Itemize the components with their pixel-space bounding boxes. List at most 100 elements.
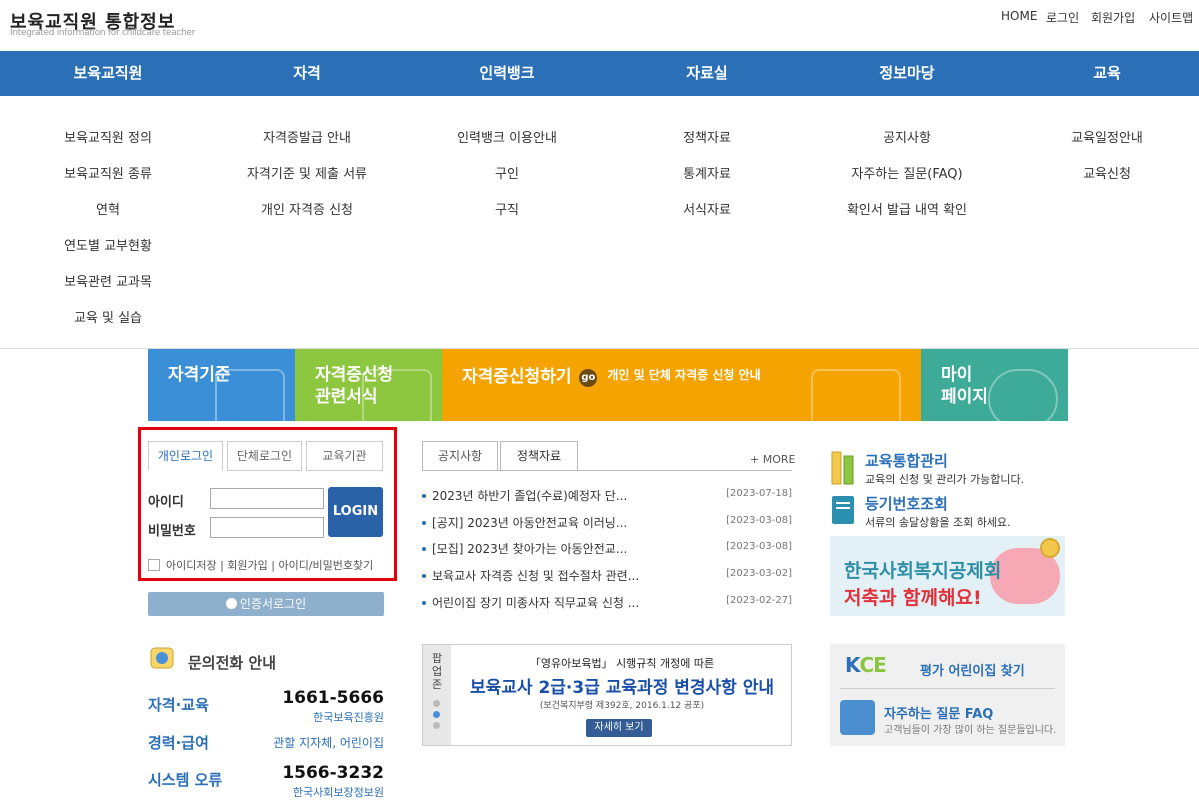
notice-date: [2023-02-27] (726, 595, 792, 606)
notice-title[interactable]: [모집] 2023년 찾아가는 아동안전교... (432, 540, 642, 557)
kce-logo-k: K (845, 653, 860, 677)
submenu-item[interactable]: 자격증발급 안내 (207, 127, 407, 146)
notice-title[interactable]: 보육교사 자격증 신청 및 접수절차 관련... (432, 567, 642, 584)
site-subtitle: Integrated information for childcare tea… (10, 28, 196, 38)
submenu-item[interactable]: 서식자료 (607, 199, 807, 218)
sitemap-link[interactable]: 사이트맵 (1149, 9, 1193, 26)
banner-qualification-criteria[interactable]: 자격기준 (148, 349, 295, 421)
submenu-item[interactable]: 구인 (407, 163, 607, 182)
login-link[interactable]: 로그인 (1046, 9, 1079, 26)
contact-number: 1566-3232 (282, 763, 384, 783)
save-id-checkbox[interactable] (148, 559, 160, 571)
submenu-item[interactable]: 개인 자격증 신청 (207, 199, 407, 218)
submenu-item[interactable]: 보육교직원 정의 (8, 127, 208, 146)
popup-law-note: (보건복지부령 제392호, 2016.1.12 공포) (539, 701, 705, 711)
notice-row[interactable]: [모집] 2023년 찾아가는 아동안전교... [2023-03-08] (422, 540, 792, 560)
notice-title[interactable]: 2023년 하반기 졸업(수료)예정자 단... (432, 487, 642, 504)
edu-management-desc: 교육의 신청 및 관리가 가능합니다. (865, 473, 1025, 486)
certificate-login-label: 인증서로그인 (239, 597, 307, 611)
ad-line-2: 저축과 함께해요! (844, 587, 982, 609)
contact-org: 한국사회보장정보원 (292, 786, 384, 799)
banner-apply-certificate[interactable]: 자격증신청하기 go 개인 및 단체 자격증 신청 안내 (442, 349, 921, 421)
main-navigation: 보육교직원 자격 인력뱅크 자료실 정보마당 교육 (0, 51, 1199, 96)
contact-title: 문의전화 안내 (188, 654, 277, 672)
tab-group-login[interactable]: 단체로그인 (227, 441, 302, 471)
signup-link[interactable]: 회원가입 (1091, 9, 1135, 26)
contact-org: 관할 지자체, 어린이집 (273, 736, 384, 750)
notice-title[interactable]: 어린이집 장기 미종사자 직무교육 신청 ... (432, 594, 642, 611)
notice-row[interactable]: 어린이집 장기 미종사자 직무교육 신청 ... [2023-02-27] (422, 594, 792, 614)
password-input[interactable] (210, 517, 324, 538)
registry-lookup-desc: 서류의 송달상황을 조회 하세요. (865, 516, 1011, 529)
popup-detail-button[interactable]: 자세히 보기 (586, 719, 652, 737)
home-link[interactable]: HOME (1001, 9, 1037, 23)
login-button[interactable]: LOGIN (328, 487, 383, 537)
registry-lookup-link[interactable]: 등기번호조회 (865, 493, 948, 514)
tab-underline (422, 470, 792, 471)
carousel-dot[interactable] (433, 722, 440, 729)
bullet-icon (422, 547, 426, 551)
kce-logo[interactable]: KCE (845, 653, 887, 677)
notice-date: [2023-03-02] (726, 568, 792, 579)
nav-resources[interactable]: 자료실 (607, 51, 807, 96)
id-label: 아이디 (148, 495, 184, 510)
tab-policy-data[interactable]: 정책자료 (500, 441, 578, 471)
coin-icon (1040, 538, 1060, 558)
user-icon (225, 598, 237, 609)
submenu-item[interactable]: 자격기준 및 제출 서류 (207, 163, 407, 182)
notice-date: [2023-07-18] (726, 488, 792, 499)
banner-line: 자격증신청하기 (462, 367, 572, 387)
submenu-item[interactable]: 통계자료 (607, 163, 807, 182)
evaluation-search-link[interactable]: 평가 어린이집 찾기 (920, 660, 1025, 679)
nav-info[interactable]: 정보마당 (807, 51, 1007, 96)
person-illustration-icon (988, 369, 1058, 421)
submenu-item[interactable]: 교육일정안내 (1007, 127, 1199, 146)
contact-org: 한국보육진흥원 (313, 711, 384, 724)
submenu-item[interactable]: 인력뱅크 이용안내 (407, 127, 607, 146)
contact-number: 1661-5666 (282, 688, 384, 708)
submenu-item[interactable]: 구직 (407, 199, 607, 218)
faq-desc: 고객님들이 가장 많이 하는 질문들입니다. (884, 725, 1057, 736)
tab-personal-login[interactable]: 개인로그인 (148, 441, 223, 471)
submenu-item[interactable]: 정책자료 (607, 127, 807, 146)
submenu-item[interactable]: 보육교직원 종류 (8, 163, 208, 182)
bullet-icon (422, 521, 426, 525)
nav-qualification[interactable]: 자격 (207, 51, 407, 96)
contact-category: 경력·급여 (148, 734, 209, 752)
banner-my-page[interactable]: 마이 페이지 (921, 349, 1068, 421)
submenu-item[interactable]: 자주하는 질문(FAQ) (807, 163, 1007, 182)
tab-institution-login[interactable]: 교육기관 (306, 441, 383, 471)
tab-notice[interactable]: 공지사항 (422, 441, 498, 471)
nav-talent-bank[interactable]: 인력뱅크 (407, 51, 607, 96)
popup-subtitle: 「영유아보육법」 시행규칙 개정에 따른 (529, 657, 715, 670)
banner-application-forms[interactable]: 자격증신청 관련서식 (295, 349, 442, 421)
bullet-icon (422, 601, 426, 605)
bullet-icon (422, 494, 426, 498)
submenu-item[interactable]: 공지사항 (807, 127, 1007, 146)
certificate-login-button[interactable]: 인증서로그인 (148, 592, 384, 616)
nav-education[interactable]: 교육 (1007, 51, 1199, 96)
submenu-item[interactable]: 교육신청 (1007, 163, 1199, 182)
carousel-dot-active[interactable] (433, 711, 440, 718)
id-input[interactable] (210, 488, 324, 509)
edu-management-link[interactable]: 교육통합관리 (865, 450, 948, 471)
notice-row[interactable]: 보육교사 자격증 신청 및 접수절차 관련... [2023-03-02] (422, 567, 792, 587)
submenu-item[interactable]: 확인서 발급 내역 확인 (807, 199, 1007, 218)
bullet-icon (422, 574, 426, 578)
notice-row[interactable]: 2023년 하반기 졸업(수료)예정자 단... [2023-07-18] (422, 487, 792, 507)
more-link[interactable]: + MORE (750, 453, 795, 466)
faq-link[interactable]: 자주하는 질문 FAQ (884, 703, 993, 722)
notice-row[interactable]: [공지] 2023년 아동안전교육 이러닝... [2023-03-08] (422, 514, 792, 534)
login-helper-links[interactable]: 아이디저장 | 회원가입 | 아이디/비밀번호찾기 (166, 557, 373, 573)
building-icon (840, 700, 875, 735)
phone-icon (150, 647, 174, 669)
submenu-item[interactable]: 연혁 (8, 199, 208, 218)
popup-zone-label: 팝업존 (431, 652, 443, 691)
popup-title: 보육교사 2급·3급 교육과정 변경사항 안내 (469, 678, 775, 698)
nav-childcare-staff[interactable]: 보육교직원 (8, 51, 208, 96)
submenu-item[interactable]: 연도별 교부현황 (8, 235, 208, 254)
submenu-item[interactable]: 보육관련 교과목 (8, 271, 208, 290)
submenu-item[interactable]: 교육 및 실습 (8, 307, 208, 326)
carousel-dot[interactable] (433, 700, 440, 707)
notice-title[interactable]: [공지] 2023년 아동안전교육 이러닝... (432, 514, 642, 531)
